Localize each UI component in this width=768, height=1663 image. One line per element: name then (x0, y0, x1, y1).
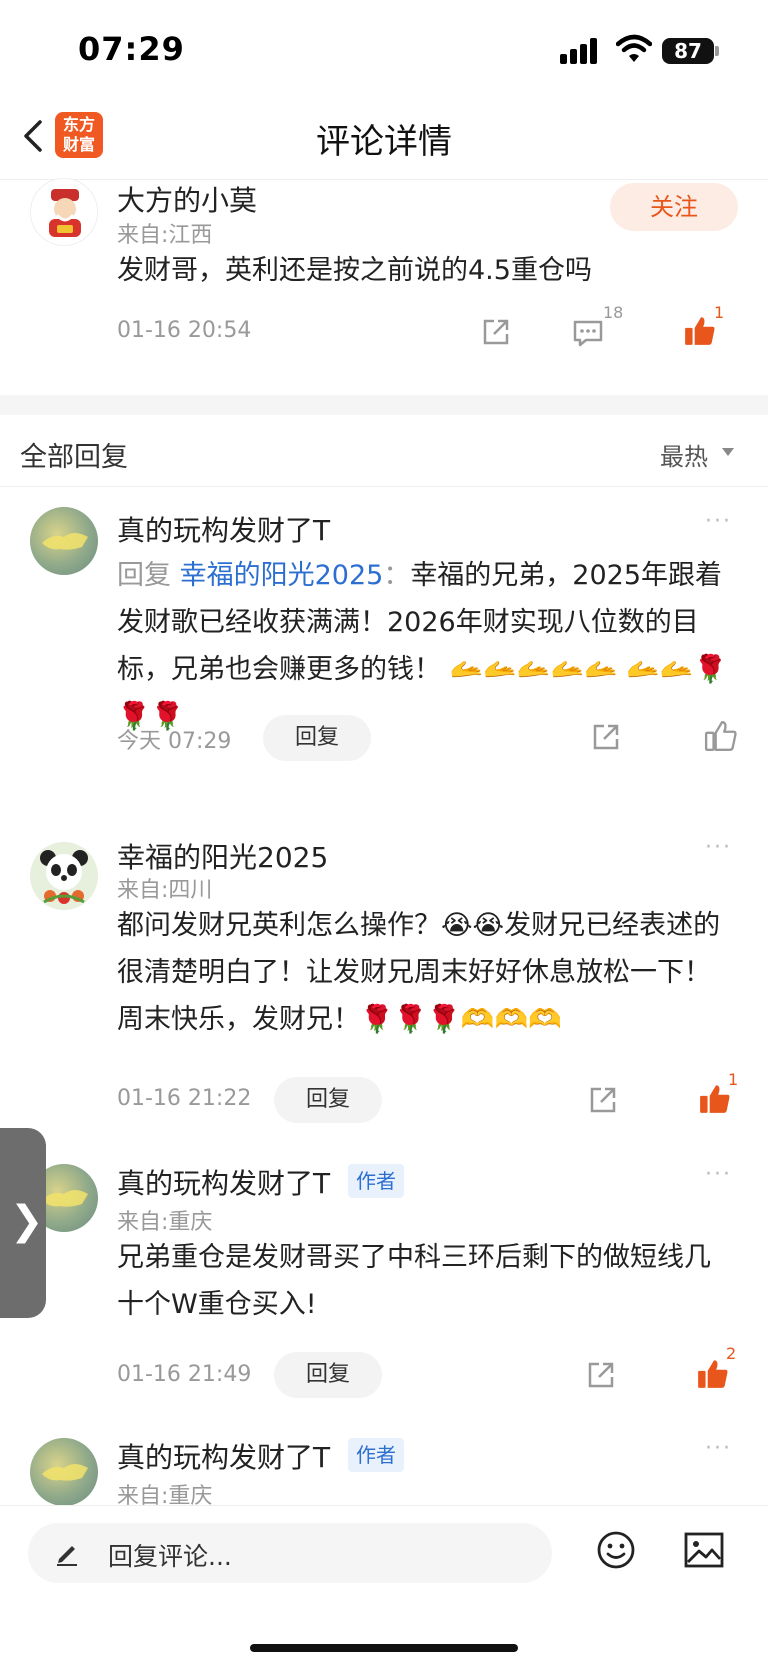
home-indicator (250, 1644, 518, 1652)
avatar[interactable] (30, 178, 98, 246)
page-title: 评论详情 (316, 122, 452, 162)
reply-item: 幸福的阳光2025 来自:四川 ··· 都问发财兄英利怎么操作？😭😭发财兄已经表… (0, 812, 768, 1123)
reply-emojis: 🫴🫴🫴🫴🫴 (449, 654, 618, 685)
reply-item: 真的玩构发财了T 作者 来自:重庆 ··· (0, 1412, 768, 1505)
reply-time: 01-16 21:22 (117, 1086, 252, 1111)
like-filled-icon[interactable] (698, 1082, 732, 1116)
location-text: 来自:江西 (117, 223, 213, 248)
username[interactable]: 大方的小莫 (117, 179, 257, 219)
reply-time: 01-16 21:49 (117, 1362, 252, 1387)
username[interactable]: 真的玩构发财了T (117, 509, 330, 549)
username[interactable]: 幸福的阳光2025 (117, 836, 328, 876)
replies-title: 全部回复 (20, 442, 128, 473)
reply-button[interactable]: 回复 (274, 1352, 382, 1398)
more-options-icon[interactable]: ··· (705, 1162, 732, 1187)
pencil-icon (57, 1546, 77, 1566)
chevron-down-icon[interactable] (722, 448, 734, 456)
bottom-bar: 回复评论... (0, 1505, 768, 1663)
battery-indicator: 87 (662, 38, 714, 64)
share-icon[interactable] (480, 316, 512, 348)
more-options-icon[interactable]: ··· (705, 1436, 732, 1461)
battery-tip (715, 46, 719, 56)
side-drawer-handle[interactable]: ❯ (0, 1128, 46, 1318)
username[interactable]: 真的玩构发财了T (117, 1162, 330, 1202)
reply-text-line1: 幸福的兄弟，2025年 (410, 560, 669, 591)
reply-text: 回复 幸福的阳光2025：幸福的兄弟，2025年跟着发财歌已经收获满满！2026… (117, 552, 737, 740)
author-badge: 作者 (348, 1438, 404, 1472)
location-text: 来自:重庆 (117, 1484, 213, 1505)
reply-input-placeholder: 回复评论... (108, 1542, 232, 1571)
reply-input[interactable]: 回复评论... (28, 1523, 552, 1583)
landscape-avatar-icon (42, 533, 88, 550)
mention-colon: ： (383, 560, 411, 591)
location-text: 来自:重庆 (117, 1210, 213, 1235)
reply-prefix: 回复 (117, 560, 171, 591)
image-icon[interactable] (684, 1532, 724, 1568)
like-count: 1 (714, 303, 725, 322)
status-bar: 07:29 87 (0, 0, 768, 100)
reply-time: 今天 07:29 (117, 729, 232, 754)
avatar[interactable] (30, 507, 98, 575)
avatar[interactable] (30, 1438, 98, 1505)
section-divider (0, 395, 768, 415)
status-time: 07:29 (78, 30, 185, 68)
main-comment: 大方的小莫 来自:江西 关注 发财哥，英利还是按之前说的4.5重仓吗 01-16… (0, 178, 768, 395)
reply-item: 真的玩构发财了T ··· 回复 幸福的阳光2025：幸福的兄弟，2025年跟着发… (0, 487, 768, 812)
mention-link[interactable]: 幸福的阳光2025 (180, 560, 384, 591)
share-icon[interactable] (585, 1359, 617, 1391)
reply-item: 真的玩构发财了T 作者 来自:重庆 ··· 兄弟重仓是发财哥买了中科三环后剩下的… (0, 1112, 768, 1412)
landscape-avatar-icon (42, 1464, 88, 1481)
like-count: 1 (728, 1070, 739, 1089)
sort-dropdown[interactable]: 最热 (660, 437, 708, 472)
like-filled-icon[interactable] (683, 314, 717, 348)
replies-header: 全部回复 最热 (0, 415, 768, 487)
chevron-right-icon: ❯ (10, 1198, 44, 1244)
signal-icon (560, 38, 600, 64)
like-filled-icon[interactable] (696, 1357, 730, 1391)
panda-avatar-icon (30, 842, 98, 910)
reply-text: 都问发财兄英利怎么操作？😭😭发财兄已经表述的很清楚明白了！让发财兄周末好好休息放… (117, 910, 721, 1035)
location-text: 来自:四川 (117, 878, 213, 903)
share-icon[interactable] (590, 721, 622, 753)
avatar[interactable] (30, 842, 98, 910)
comment-text: 发财哥，英利还是按之前说的4.5重仓吗 (117, 255, 592, 286)
like-outline-icon[interactable] (704, 719, 738, 753)
comment-count: 18 (603, 303, 624, 322)
comment-icon[interactable] (572, 317, 604, 349)
more-options-icon[interactable]: ··· (705, 509, 732, 534)
nav-bar: 东方 财富 评论详情 (0, 100, 768, 180)
more-options-icon[interactable]: ··· (705, 835, 732, 860)
author-badge: 作者 (348, 1164, 404, 1198)
comment-detail-page: 07:29 87 东方 财富 评论详情 大方的小莫 来自:江西 关注 发财哥，英… (0, 0, 768, 1663)
reply-button[interactable]: 回复 (263, 715, 371, 761)
like-count: 2 (726, 1344, 737, 1363)
comment-time: 01-16 20:54 (117, 318, 252, 343)
fortune-god-avatar-icon (31, 179, 97, 245)
emoji-icon[interactable] (596, 1530, 636, 1570)
reply-text: 兄弟重仓是发财哥买了中科三环后剩下的做短线几十个W重仓买入! (117, 1242, 711, 1320)
username[interactable]: 真的玩构发财了T (117, 1436, 330, 1476)
follow-button[interactable]: 关注 (610, 183, 738, 231)
wifi-icon (616, 34, 652, 62)
